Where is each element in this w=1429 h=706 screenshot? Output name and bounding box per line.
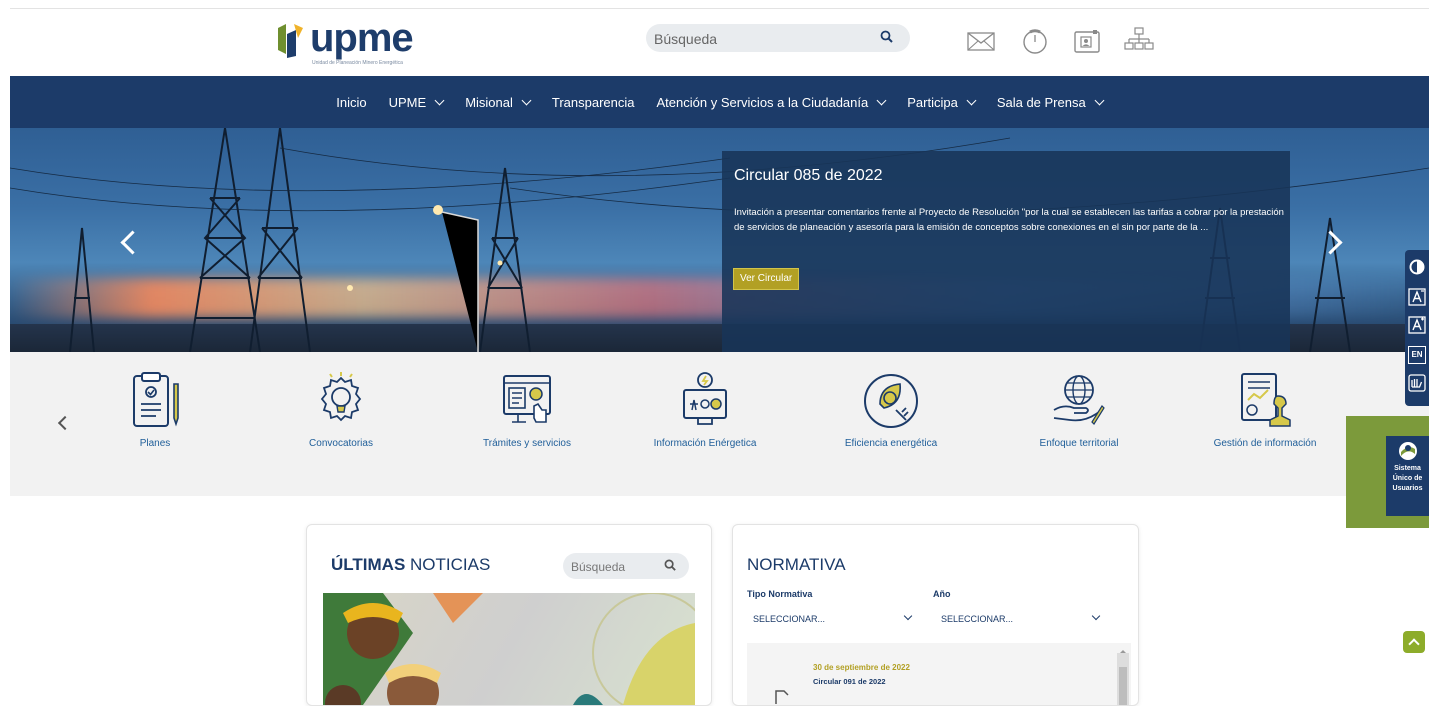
header-search[interactable] [646, 24, 910, 52]
hero-slider: Circular 085 de 2022 Invitación a presen… [10, 128, 1429, 352]
clock-icon[interactable] [1018, 24, 1052, 58]
news-search[interactable] [563, 553, 689, 579]
nav-item-misional[interactable]: Misional [465, 94, 532, 110]
chevron-down-icon [1094, 95, 1105, 105]
scroll-to-top-button[interactable] [1403, 631, 1425, 653]
ano-label: Año [933, 589, 951, 599]
news-card: ÚLTIMAS NOTICIAS [306, 524, 712, 706]
service-label: Información Enérgetica [653, 438, 757, 449]
news-featured-image[interactable] [323, 593, 695, 705]
language-en-button[interactable]: EN [1408, 346, 1426, 364]
chevron-down-icon [966, 95, 977, 105]
chevron-down-icon [434, 95, 445, 105]
main-nav: Inicio UPME Misional Transparencia Atenc… [10, 76, 1429, 128]
normativa-item-title[interactable]: Circular 091 de 2022 [813, 677, 886, 686]
service-label: Convocatorias [309, 438, 373, 449]
nav-item-label: Atención y Servicios a la Ciudadanía [656, 94, 869, 110]
upme-logo[interactable]: upme Unidad de Planeación Minero Energét… [270, 14, 414, 70]
normativa-scrollbar[interactable] [1117, 650, 1129, 705]
normativa-item-date: 30 de septiembre de 2022 [813, 663, 910, 672]
service-gestion-informacion[interactable]: Gestión de información [1190, 370, 1340, 451]
suu-widget[interactable]: Sistema Único de Usuarios [1346, 416, 1429, 528]
news-title: ÚLTIMAS NOTICIAS [331, 555, 490, 575]
globe-hand-icon [1053, 375, 1105, 425]
font-increase-icon[interactable] [1408, 316, 1426, 334]
news-image-illustration [323, 593, 695, 705]
nav-item-label: Participa [907, 94, 958, 110]
nav-item-upme[interactable]: UPME [388, 94, 445, 110]
search-icon[interactable] [664, 559, 677, 572]
normativa-title: NORMATIVA [747, 555, 846, 574]
service-eficiencia-energetica[interactable]: Eficiencia energética [816, 370, 966, 451]
mail-icon[interactable] [964, 24, 998, 58]
nav-item-label: Transparencia [551, 94, 635, 110]
hero-title: Circular 085 de 2022 [734, 167, 883, 184]
ano-value: SELECCIONAR... [941, 614, 1014, 624]
service-label: Planes [139, 438, 171, 449]
services-carousel: Planes Convocatorias Trámites y servicio… [10, 352, 1429, 496]
plans-clipboard-icon [133, 372, 179, 427]
sitemap-icon[interactable] [1122, 24, 1156, 58]
lightbulb-gear-icon [320, 372, 362, 422]
tipo-normativa-select[interactable]: SELECCIONAR... [747, 609, 919, 629]
scrollbar-thumb[interactable] [1119, 667, 1127, 705]
document-icon [775, 690, 789, 704]
news-title-rest: NOTICIAS [410, 555, 491, 574]
service-informacion-energetica[interactable]: Información Enérgetica [630, 370, 780, 451]
nav-item-sala-de-prensa[interactable]: Sala de Prensa [996, 94, 1105, 110]
services-prev-arrow-icon[interactable] [57, 415, 73, 431]
suu-label: Sistema Único de Usuarios [1392, 465, 1423, 492]
service-convocatorias[interactable]: Convocatorias [266, 370, 416, 451]
nav-item-label: Sala de Prensa [996, 94, 1086, 110]
accessibility-toolbar: EN [1405, 250, 1429, 406]
font-decrease-icon[interactable] [1408, 288, 1426, 306]
ver-circular-button[interactable]: Ver Circular [733, 268, 800, 290]
top-divider [10, 8, 1429, 9]
document-stamp-icon [1241, 373, 1291, 427]
logo-tagline: Unidad de Planeación Minero Energética [312, 60, 403, 66]
chevron-down-icon [903, 611, 913, 621]
nav-item-label: Inicio [336, 94, 367, 110]
hero-caption: Circular 085 de 2022 Invitación a presen… [722, 151, 1290, 352]
suu-logo-icon [1398, 442, 1417, 460]
hero-text: Invitación a presentar comentarios frent… [734, 207, 1284, 233]
ano-select[interactable]: SELECCIONAR... [935, 609, 1107, 629]
news-title-bold: ÚLTIMAS [331, 555, 406, 574]
leaf-plug-icon [864, 374, 918, 428]
suu-panel: Sistema Único de Usuarios [1386, 436, 1429, 516]
logo-mark-icon [278, 24, 303, 58]
logo-wordmark: upme [310, 16, 414, 60]
news-search-input[interactable] [569, 557, 663, 577]
chevron-down-icon [876, 95, 887, 105]
service-label: Eficiencia energética [844, 438, 938, 449]
service-enfoque-territorial[interactable]: Enfoque territorial [1004, 370, 1154, 451]
energy-info-icon [683, 372, 727, 425]
sign-language-icon[interactable] [1408, 374, 1426, 392]
tipo-normativa-value: SELECCIONAR... [753, 614, 826, 624]
chevron-down-icon [1091, 611, 1101, 621]
nav-item-label: Misional [465, 94, 513, 110]
service-label: Trámites y servicios [483, 438, 571, 449]
contrast-icon[interactable] [1408, 258, 1426, 276]
nav-item-participa[interactable]: Participa [907, 94, 977, 110]
nav-item-atencion[interactable]: Atención y Servicios a la Ciudadanía [656, 94, 887, 110]
search-icon[interactable] [880, 30, 894, 44]
nav-item-inicio[interactable]: Inicio [336, 95, 366, 110]
chevron-down-icon [521, 95, 532, 105]
service-label: Gestión de información [1213, 438, 1317, 449]
header-search-input[interactable] [652, 28, 866, 50]
service-planes[interactable]: Planes [80, 370, 230, 451]
tipo-normativa-label: Tipo Normativa [747, 589, 813, 599]
service-tramites[interactable]: Trámites y servicios [452, 370, 602, 451]
service-label: Enfoque territorial [1039, 438, 1119, 449]
nav-item-transparencia[interactable]: Transparencia [552, 95, 635, 110]
normativa-card: NORMATIVA Tipo Normativa Año SELECCIONAR… [732, 524, 1139, 706]
procedures-screen-icon [503, 375, 551, 423]
contact-card-icon[interactable] [1070, 24, 1104, 58]
nav-item-label: UPME [388, 94, 427, 110]
